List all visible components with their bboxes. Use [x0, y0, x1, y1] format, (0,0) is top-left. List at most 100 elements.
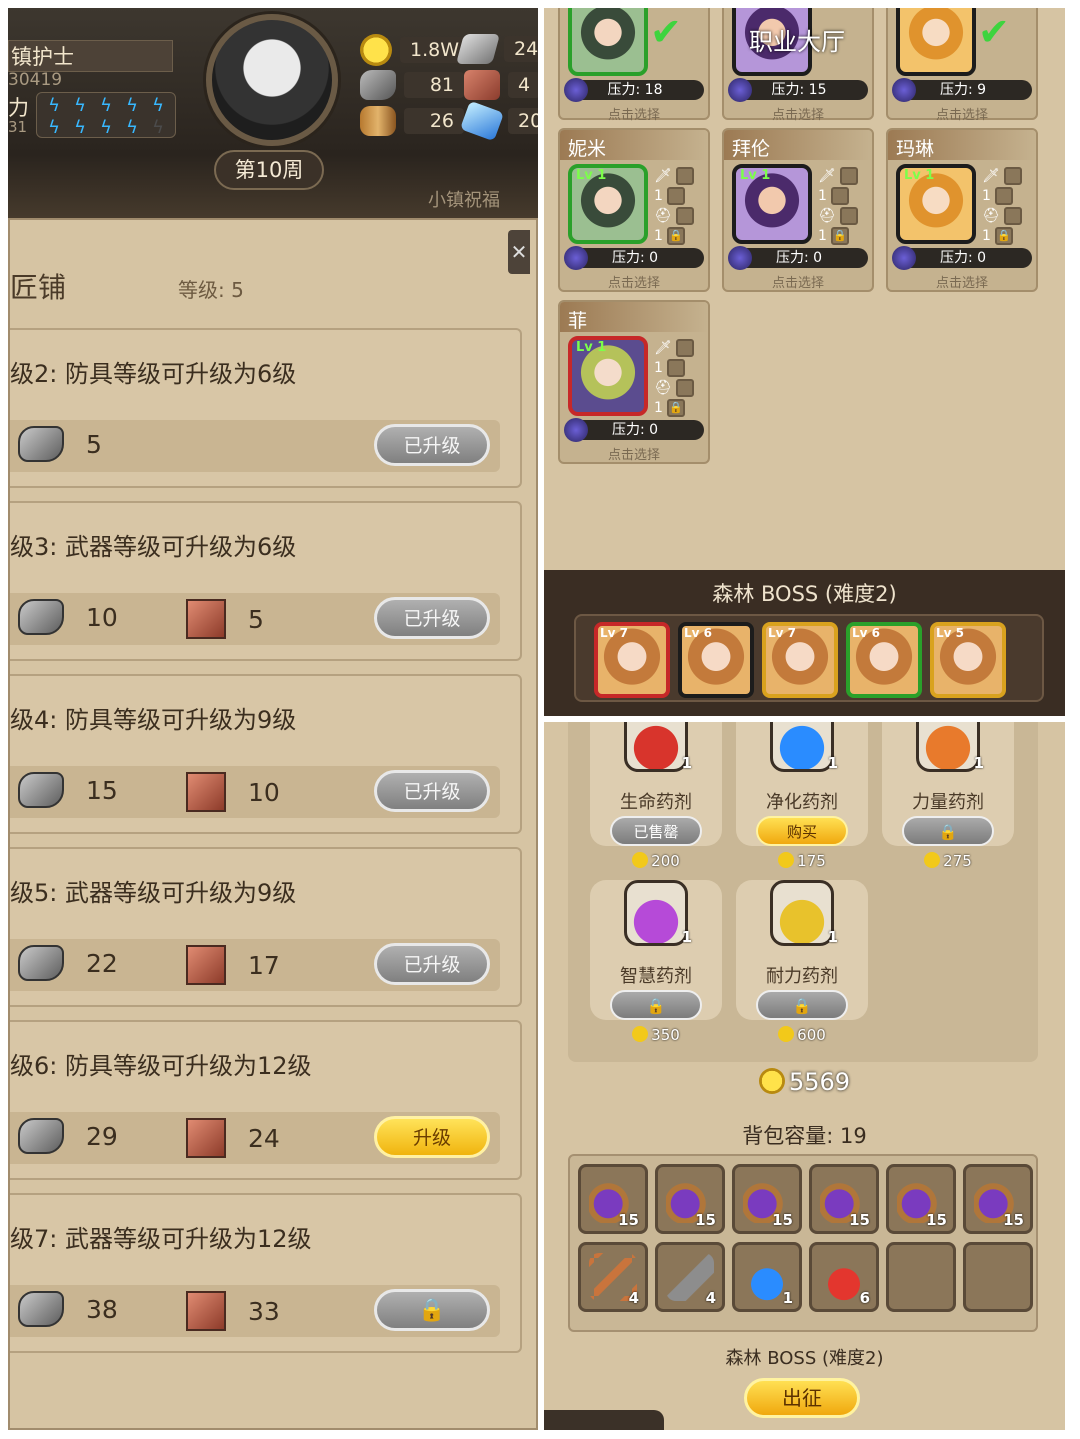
locked-buy-button[interactable]: 🔒: [610, 990, 702, 1020]
sold-out-button[interactable]: 已售罄: [610, 816, 702, 846]
item-count: 15: [772, 1211, 793, 1229]
bag-slot[interactable]: [886, 1242, 956, 1312]
upgrade-button[interactable]: 已升级: [374, 770, 490, 812]
bag-slot[interactable]: 15: [578, 1164, 648, 1234]
upgrade-button[interactable]: 已升级: [374, 597, 490, 639]
town-blessing-banner[interactable]: 小镇祝福: [428, 186, 500, 212]
hero-card[interactable]: 压力: 18 点击选择: [558, 8, 710, 123]
crystal-icon: [459, 100, 505, 142]
upgrade-title: 级4: 防具等级可升级为9级: [10, 706, 297, 734]
hero-card[interactable]: 拜伦 Lv 1 🗡 1 ⛑ 1 🔒 压力: 0 点击选择: [722, 128, 874, 292]
energy-bolt-icon: ϟ: [126, 95, 138, 116]
potion-count: 1: [973, 754, 984, 772]
weapon-level: 1: [654, 358, 706, 378]
bag-slot[interactable]: 15: [886, 1164, 956, 1234]
bag-slot[interactable]: 1: [732, 1242, 802, 1312]
team-member[interactable]: Lv 6: [678, 622, 754, 698]
player-avatar[interactable]: [206, 14, 338, 146]
tap-to-select[interactable]: 点击选择: [724, 272, 872, 291]
upgrade-row: 级3: 武器等级可升级为6级 10 5 已升级: [10, 501, 522, 661]
expedition-button[interactable]: 出征: [744, 1378, 860, 1418]
shop-header: 匠铺 等级: 5 ✕: [10, 230, 530, 320]
tap-to-select[interactable]: 点击选择: [560, 444, 708, 463]
team-strip: Lv 7 Lv 6 Lv 7 Lv 6 Lv 5: [574, 614, 1044, 702]
tap-to-select[interactable]: 点击选择: [888, 104, 1036, 123]
bag-slot[interactable]: 4: [578, 1242, 648, 1312]
bag-capacity: 背包容量: 19: [742, 1124, 867, 1148]
team-member[interactable]: Lv 6: [846, 622, 922, 698]
team-member-level: Lv 7: [768, 626, 796, 640]
upgrade-button[interactable]: 已升级: [374, 943, 490, 985]
stress-icon: [728, 78, 752, 102]
bag-slot[interactable]: 15: [655, 1164, 725, 1234]
career-hall-label[interactable]: 职业大厅: [749, 22, 845, 57]
armor-slot: ⛑: [982, 206, 1034, 226]
week-counter: 第10周: [214, 150, 324, 190]
leather-cost: 33: [186, 1291, 280, 1331]
hero-card[interactable]: 压力: 9 点击选择: [886, 8, 1038, 123]
empty-slot: [675, 379, 694, 397]
team-member[interactable]: Lv 5: [930, 622, 1006, 698]
sword-icon: 🗡: [654, 168, 672, 184]
stress-meter: 压力: 0: [728, 246, 868, 270]
hero-name: 妮米: [568, 138, 607, 160]
energy-bolt-icon: ϟ: [100, 117, 112, 138]
wood-log-icon: [360, 106, 396, 136]
buy-button[interactable]: 购买: [756, 816, 848, 846]
bag-slot[interactable]: 15: [732, 1164, 802, 1234]
hero-level: Lv 1: [576, 340, 607, 355]
empty-slot: [666, 187, 685, 205]
armor-slot: ⛑: [654, 378, 706, 398]
weapon-slot: 🗡: [654, 166, 706, 186]
bag-slot[interactable]: 15: [809, 1164, 879, 1234]
stress-icon: [892, 78, 916, 102]
upgrade-button[interactable]: 升级: [374, 1116, 490, 1158]
hero-card[interactable]: 妮米 Lv 1 🗡 1 ⛑ 1 🔒 压力: 0 点击选择: [558, 128, 710, 292]
upgrade-button[interactable]: 已升级: [374, 424, 490, 466]
equipment-slots: 🗡 1 ⛑ 1 🔒: [818, 166, 870, 246]
stone-cost: 38: [18, 1291, 118, 1327]
hero-card[interactable]: 玛琳 Lv 1 🗡 1 ⛑ 1 🔒 压力: 0 点击选择: [886, 128, 1038, 292]
bag-slot[interactable]: 6: [809, 1242, 879, 1312]
hero-card[interactable]: 菲 Lv 1 🗡 1 ⛑ 1 🔒 压力: 0 点击选择: [558, 300, 710, 464]
tap-to-select[interactable]: 点击选择: [560, 272, 708, 291]
tap-to-select[interactable]: 点击选择: [560, 104, 708, 123]
energy-bolt-icon: ϟ: [48, 117, 60, 138]
helmet-icon: ⛑: [654, 208, 672, 224]
upgrade-row: 级4: 防具等级可升级为9级 15 10 已升级: [10, 674, 522, 834]
bag-slot[interactable]: 4: [655, 1242, 725, 1312]
bag-slot[interactable]: [963, 1242, 1033, 1312]
potion-price: 350: [590, 1026, 722, 1044]
cost-bar: 5 已升级: [10, 420, 500, 472]
item-count: 15: [849, 1211, 870, 1229]
cost-bar: 38 33 🔒: [10, 1285, 500, 1337]
locked-buy-button[interactable]: 🔒: [756, 990, 848, 1020]
stone-cost: 10: [18, 599, 118, 635]
locked-buy-button[interactable]: 🔒: [902, 816, 994, 846]
hero-portrait: Lv 1: [732, 164, 812, 244]
tap-to-select[interactable]: 点击选择: [888, 272, 1036, 291]
stone-icon: [360, 70, 396, 100]
empty-slot: [675, 167, 694, 185]
back-tab[interactable]: [544, 1410, 664, 1430]
cost-bar: 29 24 升级: [10, 1112, 500, 1164]
leather-icon: [464, 70, 500, 100]
energy-bolt-icon: ϟ: [152, 95, 164, 116]
bag-slot[interactable]: 15: [963, 1164, 1033, 1234]
team-member[interactable]: Lv 7: [594, 622, 670, 698]
close-icon[interactable]: ✕: [508, 230, 530, 274]
player-title: 镇护士: [8, 40, 173, 72]
potion-name: 智慧药剂: [620, 966, 692, 987]
hero-portrait: Lv 1: [568, 336, 648, 416]
armor-level: 1 🔒: [654, 398, 706, 418]
hero-select-panel: 压力: 18 点击选择 压力: 15 点击选择 压力: 9 点击选择 ✔ ✔ 妮米 …: [544, 8, 1065, 716]
blacksmith-panel: 镇护士 30419 力 31 ϟϟϟϟϟϟϟϟϟϟ 第10周 小镇祝福 1.8W…: [8, 8, 538, 1430]
stone-cost: 29: [18, 1118, 118, 1154]
tap-to-select[interactable]: 点击选择: [724, 104, 872, 123]
leather-icon: [186, 1118, 226, 1158]
empty-slot: [675, 207, 694, 225]
hero-name: 菲: [568, 310, 588, 332]
team-member[interactable]: Lv 7: [762, 622, 838, 698]
empty-slot: [1003, 207, 1022, 225]
locked-upgrade-button[interactable]: 🔒: [374, 1289, 490, 1331]
